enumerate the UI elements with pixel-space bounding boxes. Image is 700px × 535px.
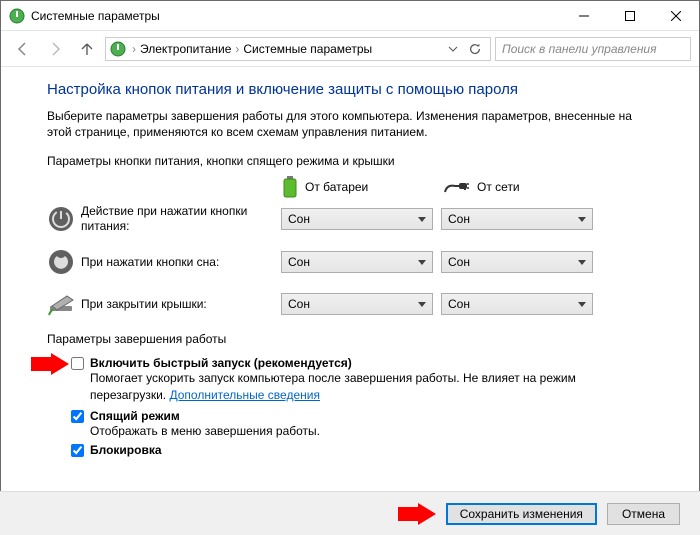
sleep-button-plugged-select[interactable]: Сон [441, 251, 593, 273]
power-button-row: Действие при нажатии кнопки питания: Сон… [47, 204, 653, 234]
row-label: Действие при нажатии кнопки питания: [81, 204, 281, 234]
sleep-title: Спящий режим [90, 409, 653, 423]
lid-battery-select[interactable]: Сон [281, 293, 433, 315]
plug-icon [443, 180, 469, 194]
shutdown-section-label: Параметры завершения работы [47, 332, 653, 346]
lock-row: Блокировка [71, 443, 653, 457]
refresh-button[interactable] [464, 38, 486, 60]
buttons-section-label: Параметры кнопки питания, кнопки спящего… [47, 154, 653, 168]
content-area: Настройка кнопок питания и включение защ… [1, 67, 699, 471]
fast-startup-desc: Помогает ускорить запуск компьютера посл… [90, 370, 653, 402]
sleep-checkbox[interactable] [71, 410, 84, 423]
sleep-icon [47, 248, 75, 276]
cancel-button[interactable]: Отмена [607, 503, 680, 525]
fast-startup-title: Включить быстрый запуск (рекомендуется) [90, 356, 653, 370]
window-title: Системные параметры [31, 9, 561, 23]
battery-icon [283, 176, 297, 198]
page-intro: Выберите параметры завершения работы для… [47, 108, 653, 140]
search-placeholder: Поиск в панели управления [502, 42, 657, 56]
close-button[interactable] [653, 1, 699, 30]
power-button-battery-select[interactable]: Сон [281, 208, 433, 230]
row-label: При закрытии крышки: [81, 297, 281, 312]
lid-close-row: При закрытии крышки: Сон Сон [47, 290, 653, 318]
laptop-lid-icon [47, 290, 75, 318]
breadcrumb[interactable]: › Электропитание › Системные параметры [105, 37, 491, 61]
col-battery: От батареи [283, 176, 435, 198]
lock-title: Блокировка [90, 443, 653, 457]
forward-button[interactable] [41, 35, 69, 63]
chevron-right-icon: › [130, 42, 138, 56]
more-info-link[interactable]: Дополнительные сведения [169, 388, 319, 402]
fast-startup-row: Включить быстрый запуск (рекомендуется) … [71, 356, 653, 402]
power-icon [47, 205, 75, 233]
sleep-button-row: При нажатии кнопки сна: Сон Сон [47, 248, 653, 276]
app-icon [9, 8, 25, 24]
back-button[interactable] [9, 35, 37, 63]
page-heading: Настройка кнопок питания и включение защ… [47, 81, 653, 98]
sleep-desc: Отображать в меню завершения работы. [90, 423, 653, 439]
chevron-right-icon: › [233, 42, 241, 56]
chevron-down-icon[interactable] [448, 44, 458, 54]
row-label: При нажатии кнопки сна: [81, 255, 281, 270]
col-plugged: От сети [443, 176, 595, 198]
red-arrow-icon [398, 503, 436, 525]
footer: Сохранить изменения Отмена [0, 491, 700, 535]
up-button[interactable] [73, 35, 101, 63]
column-headers: От батареи От сети [283, 176, 653, 198]
fast-startup-checkbox[interactable] [71, 357, 84, 370]
lock-checkbox[interactable] [71, 444, 84, 457]
lid-plugged-select[interactable]: Сон [441, 293, 593, 315]
power-options-icon [110, 41, 126, 57]
sleep-mode-row: Спящий режим Отображать в меню завершени… [71, 409, 653, 439]
maximize-button[interactable] [607, 1, 653, 30]
minimize-button[interactable] [561, 1, 607, 30]
breadcrumb-item[interactable]: Электропитание [140, 42, 231, 56]
navigation-bar: › Электропитание › Системные параметры П… [1, 31, 699, 67]
title-bar: Системные параметры [1, 1, 699, 31]
sleep-button-battery-select[interactable]: Сон [281, 251, 433, 273]
save-button[interactable]: Сохранить изменения [446, 503, 597, 525]
power-button-plugged-select[interactable]: Сон [441, 208, 593, 230]
red-arrow-icon [31, 353, 69, 375]
breadcrumb-item[interactable]: Системные параметры [243, 42, 372, 56]
search-input[interactable]: Поиск в панели управления [495, 37, 691, 61]
